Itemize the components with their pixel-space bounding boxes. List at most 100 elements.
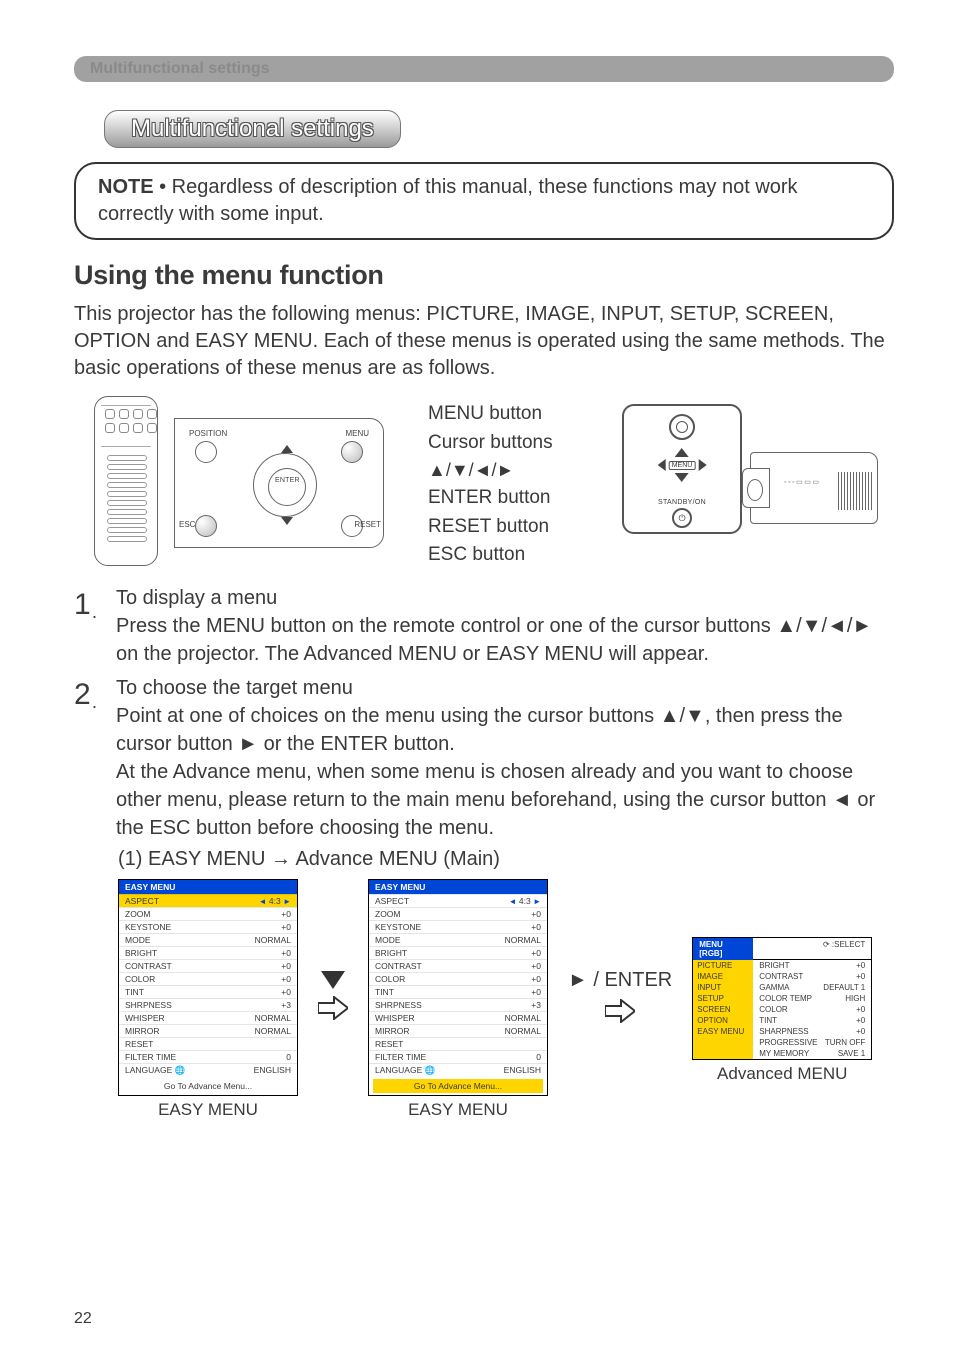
menu-row: TINT+0 <box>119 985 297 998</box>
callout-reset-button: RESET button <box>428 513 608 542</box>
note-label: NOTE <box>98 176 154 198</box>
projector-panel-dots: ◦ ◦ ◦ ▭ ▭ ▭ <box>784 478 819 486</box>
menu-row: CONTRAST+0 <box>369 959 547 972</box>
menu-row: SHRPNESS+3 <box>119 998 297 1011</box>
remote-position-button <box>195 441 217 463</box>
right-arrow-icon-2 <box>605 998 635 1030</box>
easy-menu-header: EASY MENU <box>125 882 175 892</box>
menu-row: KEYSTONE+0 <box>119 920 297 933</box>
menu-row: TINT+0 <box>369 985 547 998</box>
menu-row: MIRRORNORMAL <box>119 1024 297 1037</box>
advanced-menu-main: BRIGHT+0CONTRAST+0GAMMADEFAULT 1COLOR TE… <box>753 960 871 1059</box>
menu-row: BRIGHT+0 <box>753 960 871 971</box>
projector-menu-label: MENU <box>669 461 696 470</box>
remote-menu-label: MENU <box>345 429 369 438</box>
callout-cursor-buttons: Cursor buttons <box>428 429 608 458</box>
advanced-sidebar-item: EASY MENU <box>693 1026 753 1037</box>
flow-step-arrow-1 <box>318 971 348 1027</box>
callout-menu-button: MENU button <box>428 400 608 429</box>
menu-row: WHISPERNORMAL <box>369 1011 547 1024</box>
projector-illustration: MENU STANDBY/ON ⏻ ◦ ◦ ◦ ▭ ▭ ▭ <box>622 396 882 566</box>
remote-menu-button <box>341 441 363 463</box>
advanced-sidebar-item: SCREEN <box>693 1004 753 1015</box>
advanced-sidebar-item: IMAGE <box>693 971 753 982</box>
page-title: Multifunctional settings <box>104 110 401 148</box>
menu-row: KEYSTONE+0 <box>369 920 547 933</box>
advanced-menu-header-left: MENU [RGB] <box>693 938 753 960</box>
advanced-menu-caption: Advanced MENU <box>717 1064 847 1084</box>
remote-dpad <box>245 445 325 525</box>
page-number: 22 <box>74 1310 92 1328</box>
menu-row: COLOR+0 <box>369 972 547 985</box>
callout-esc-button: ESC button <box>428 541 608 570</box>
projector-navpad: MENU <box>658 448 707 482</box>
intro-text: This projector has the following menus: … <box>74 301 894 382</box>
menu-row: BRIGHT+0 <box>119 946 297 959</box>
remote-illustration: POSITION MENU ENTER ESC RESET <box>94 396 414 566</box>
menu-row: LANGUAGE 🌐ENGLISH <box>119 1063 297 1077</box>
note-box: NOTE • Regardless of description of this… <box>74 162 894 240</box>
menu-row: SHARPNESS+0 <box>753 1026 871 1037</box>
advanced-menu-sidebar: PICTUREIMAGEINPUTSETUPSCREENOPTIONEASY M… <box>693 960 753 1059</box>
step-2: 2 To choose the target menu Point at one… <box>74 674 894 842</box>
menu-row: FILTER TIME0 <box>369 1050 547 1063</box>
step-1-number: 1 <box>74 584 106 668</box>
step-1-body: Press the MENU button on the remote cont… <box>116 612 894 668</box>
easy-menu-header-2: EASY MENU <box>375 882 425 892</box>
down-triangle-icon <box>321 971 345 989</box>
advanced-sidebar-item: PICTURE <box>693 960 753 971</box>
menu-row: COLOR+0 <box>753 1004 871 1015</box>
remote-enter-label: ENTER <box>275 477 300 484</box>
menu-row: FILTER TIME0 <box>119 1050 297 1063</box>
remote-position-label: POSITION <box>189 429 227 438</box>
callout-enter-button: ENTER button <box>428 484 608 513</box>
remote-esc-button <box>195 515 217 537</box>
power-icon: ⏻ <box>672 508 692 528</box>
step-2-body: Point at one of choices on the menu usin… <box>116 702 894 758</box>
menu-row: MODENORMAL <box>119 933 297 946</box>
diagram-row: POSITION MENU ENTER ESC RESET MENU butto… <box>94 396 894 570</box>
section-heading: Using the menu function <box>74 260 894 291</box>
menu-row: COLOR TEMPHIGH <box>753 993 871 1004</box>
menu-row: BRIGHT+0 <box>369 946 547 959</box>
step-2-body2: At the Advance menu, when some menu is c… <box>116 758 894 842</box>
step-2-title: To choose the target menu <box>116 674 894 702</box>
callout-arrow-glyphs: ▲/▼/◄/► <box>428 457 608 484</box>
flow-enter-label: ► / ENTER <box>568 969 672 992</box>
advanced-sidebar-item: INPUT <box>693 982 753 993</box>
menu-row: ASPECT◄ 4:3 ► <box>119 894 297 907</box>
menu-row: MODENORMAL <box>369 933 547 946</box>
menu-row: SHRPNESS+3 <box>369 998 547 1011</box>
menu-row: ZOOM+0 <box>119 907 297 920</box>
menu-row: RESET <box>119 1037 297 1050</box>
remote-reset-label: RESET <box>354 520 381 529</box>
menu-row: WHISPERNORMAL <box>119 1011 297 1024</box>
breadcrumb: Multifunctional settings <box>74 56 894 82</box>
easy-menu-footer-selected: Go To Advance Menu... <box>373 1079 543 1093</box>
note-text: • Regardless of description of this manu… <box>98 176 798 225</box>
advanced-menu-header-right: ⟳ :SELECT <box>753 938 871 960</box>
menu-row: TINT+0 <box>753 1015 871 1026</box>
step-2-number: 2 <box>74 674 106 842</box>
callout-labels: MENU button Cursor buttons ▲/▼/◄/► ENTER… <box>428 396 608 570</box>
menu-row: MIRRORNORMAL <box>369 1024 547 1037</box>
easy-menu-caption-1: EASY MENU <box>158 1100 258 1120</box>
right-arrow-icon <box>318 995 348 1027</box>
menu-row: CONTRAST+0 <box>119 959 297 972</box>
projector-standby-label: STANDBY/ON <box>624 499 740 506</box>
menu-row: GAMMADEFAULT 1 <box>753 982 871 993</box>
remote-esc-label: ESC <box>179 520 195 529</box>
menu-row: RESET <box>369 1037 547 1050</box>
substep-1: (1) EASY MENU → Advance MENU (Main) <box>118 848 894 871</box>
menu-row: COLOR+0 <box>119 972 297 985</box>
menu-row: ZOOM+0 <box>369 907 547 920</box>
menu-row: MY MEMORYSAVE 1 <box>753 1048 871 1059</box>
easy-menu-footer: Go To Advance Menu... <box>123 1079 293 1093</box>
menu-row: PROGRESSIVETURN OFF <box>753 1037 871 1048</box>
projector-side-view: ◦ ◦ ◦ ▭ ▭ ▭ <box>750 452 878 524</box>
menu-row: LANGUAGE 🌐ENGLISH <box>369 1063 547 1077</box>
easy-menu-1: EASY MENU ASPECT◄ 4:3 ►ZOOM+0KEYSTONE+0M… <box>118 879 298 1096</box>
step-1-title: To display a menu <box>116 584 894 612</box>
advanced-sidebar-item: SETUP <box>693 993 753 1004</box>
step-1: 1 To display a menu Press the MENU butto… <box>74 584 894 668</box>
